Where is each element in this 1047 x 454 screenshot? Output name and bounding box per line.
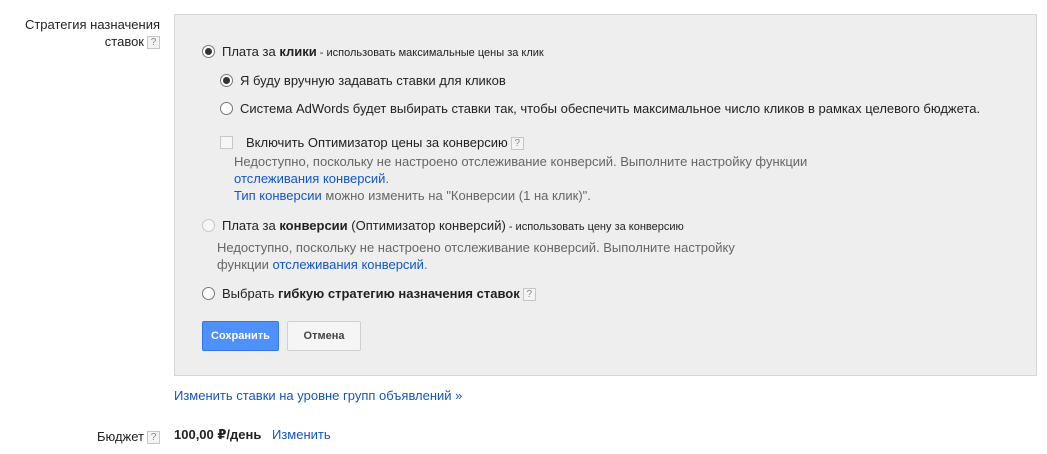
auto-cpc-radio[interactable] xyxy=(220,102,233,115)
ecpc-note-line2: отслеживания конверсий. xyxy=(234,170,389,188)
cpa-note-line2: функции отслеживания конверсий. xyxy=(217,256,428,274)
ecpc-label: Включить Оптимизатор цены за конверсию xyxy=(246,135,508,150)
save-button[interactable]: Сохранить xyxy=(202,321,279,351)
budget-change-link[interactable]: Изменить xyxy=(272,426,331,444)
cpc-label-bold: клики xyxy=(279,44,317,59)
cpa-note-period: . xyxy=(423,257,428,272)
cancel-button[interactable]: Отмена xyxy=(287,321,361,351)
cpa-label-bold: конверсии xyxy=(279,218,348,233)
manual-cpc-label: Я буду вручную задавать ставки для клико… xyxy=(240,73,506,88)
flexible-radio[interactable] xyxy=(202,287,215,300)
cpc-label-suffix: - использовать максимальные цены за клик xyxy=(316,47,544,59)
conversion-type-text: можно изменить на "Конверсии (1 на клик)… xyxy=(321,188,591,203)
flexible-label-bold: гибкую стратегию назначения ставок xyxy=(277,286,520,301)
help-icon[interactable]: ? xyxy=(522,288,536,302)
option-ecpc: Включить Оптимизатор цены за конверсию? xyxy=(220,134,524,152)
bid-strategy-panel: Плата за клики - использовать максимальн… xyxy=(174,14,1037,376)
budget-value: 100,00 ₽/день xyxy=(174,427,262,442)
cpa-label-prefix: Плата за xyxy=(222,218,280,233)
option-auto-cpc[interactable]: Система AdWords будет выбирать ставки та… xyxy=(220,100,980,118)
budget-label: Бюджет? xyxy=(10,428,160,445)
change-adgroup-bids-link[interactable]: Изменить ставки на уровне групп объявлен… xyxy=(174,387,462,405)
option-cpa: Плата за конверсии (Оптимизатор конверси… xyxy=(202,217,684,236)
help-icon[interactable]: ? xyxy=(147,431,160,445)
cpa-radio xyxy=(202,219,215,232)
ecpc-checkbox xyxy=(220,136,233,149)
auto-cpc-label: Система AdWords будет выбирать ставки та… xyxy=(240,101,981,116)
cpc-label-prefix: Плата за xyxy=(222,44,280,59)
ecpc-note-line1: Недоступно, поскольку не настроено отсле… xyxy=(234,154,808,169)
cpa-label-suffix: - использовать цену за конверсию xyxy=(505,221,684,233)
manual-cpc-radio[interactable] xyxy=(220,74,233,87)
bid-strategy-label-line2: ставок xyxy=(104,34,144,49)
ecpc-note-line3: Тип конверсии можно изменить на "Конверс… xyxy=(234,187,591,205)
option-cpc[interactable]: Плата за клики - использовать максимальн… xyxy=(202,43,544,62)
conversion-tracking-link[interactable]: отслеживания конверсий xyxy=(234,171,385,186)
conversion-type-link[interactable]: Тип конверсии xyxy=(234,188,322,203)
cpa-label-middle: (Оптимизатор конверсий) xyxy=(347,218,506,233)
cpa-note-line1: Недоступно, поскольку не настроено отсле… xyxy=(217,240,735,255)
option-flexible[interactable]: Выбрать гибкую стратегию назначения став… xyxy=(202,285,536,303)
cpa-note-prefix: функции xyxy=(217,257,273,272)
flexible-label-prefix: Выбрать xyxy=(222,286,278,301)
bid-strategy-label-line1: Стратегия назначения xyxy=(24,17,160,32)
help-icon[interactable]: ? xyxy=(147,36,160,50)
cpa-conversion-tracking-link[interactable]: отслеживания конверсий xyxy=(273,257,424,272)
bid-strategy-label: Стратегия назначения ставок? xyxy=(10,16,160,50)
help-icon[interactable]: ? xyxy=(510,137,524,151)
option-manual-cpc[interactable]: Я буду вручную задавать ставки для клико… xyxy=(220,72,506,90)
ecpc-note-period: . xyxy=(385,171,390,186)
budget-label-text: Бюджет xyxy=(96,429,144,444)
cpc-radio[interactable] xyxy=(202,45,215,58)
